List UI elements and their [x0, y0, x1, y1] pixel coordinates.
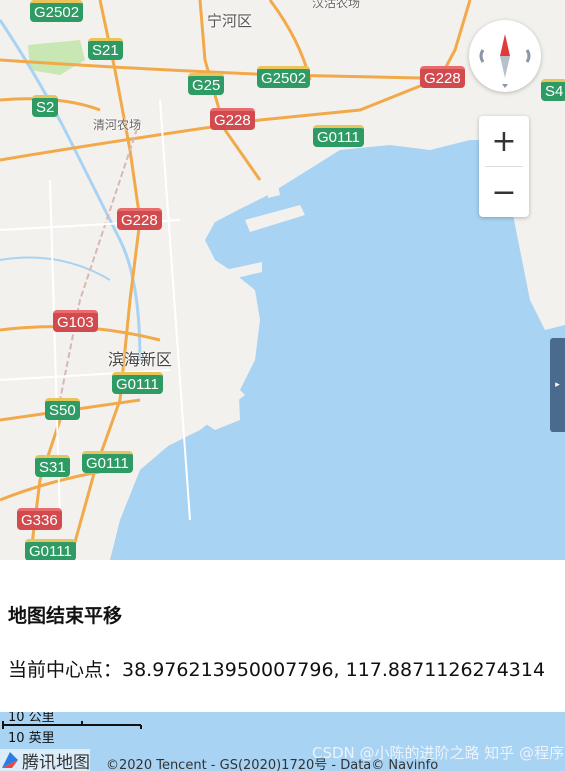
place-label: 滨海新区 [108, 350, 173, 369]
route-shield: G0111 [82, 451, 133, 473]
route-shield: G2502 [30, 0, 84, 22]
compass-control[interactable] [469, 20, 541, 92]
route-shield: S31 [35, 455, 70, 477]
route-shield: G336 [17, 508, 62, 530]
center-coordinates: 当前中心点：38.976213950007796, 117.8871126274… [8, 659, 546, 681]
event-title: 地图结束平移 [8, 605, 123, 627]
route-shield: S50 [45, 398, 80, 420]
map-view[interactable]: 宁河区 汉沽农场 清河农场 滨海新区 G2502 S21 G25 G2502 G… [0, 0, 565, 560]
zoom-in-button[interactable]: + [479, 116, 529, 166]
route-shield: G228 [420, 66, 465, 88]
river [0, 19, 142, 361]
watermark-text: CSDN @小陈的进阶之路 知乎 @程序员 [312, 744, 565, 762]
map-footer: 10 公里 10 英里 腾讯地图 ©2020 Tencent - GS(2020… [0, 712, 565, 771]
route-shield: S4 [541, 79, 565, 101]
route-shield: G25 [188, 73, 225, 95]
route-shield: G0111 [25, 539, 76, 560]
route-shield: G228 [117, 208, 162, 230]
route-shield: G0111 [112, 372, 163, 394]
side-panel-toggle[interactable]: ▸ [550, 338, 565, 432]
place-label: 清河农场 [93, 118, 142, 132]
place-label: 宁河区 [207, 12, 253, 30]
scale-imperial-label: 10 英里 [8, 731, 55, 746]
zoom-out-button[interactable]: − [479, 167, 529, 217]
route-shield: G0111 [313, 125, 364, 147]
tencent-map-logo: 腾讯地图 [0, 749, 90, 771]
route-shield: S2 [32, 95, 59, 117]
logo-icon [2, 752, 18, 768]
route-shield: S21 [88, 38, 123, 60]
port-pier [265, 170, 280, 198]
route-shield: G103 [53, 310, 98, 332]
route-shield: G2502 [257, 66, 311, 88]
place-label: 汉沽农场 [312, 0, 361, 10]
logo-text: 腾讯地图 [22, 752, 90, 771]
route-shield: G228 [210, 108, 255, 130]
zoom-control: + − [479, 116, 529, 217]
info-panel: 地图结束平移 当前中心点：38.976213950007796, 117.887… [0, 560, 565, 712]
compass-icon [479, 34, 531, 88]
green-area [28, 40, 85, 75]
